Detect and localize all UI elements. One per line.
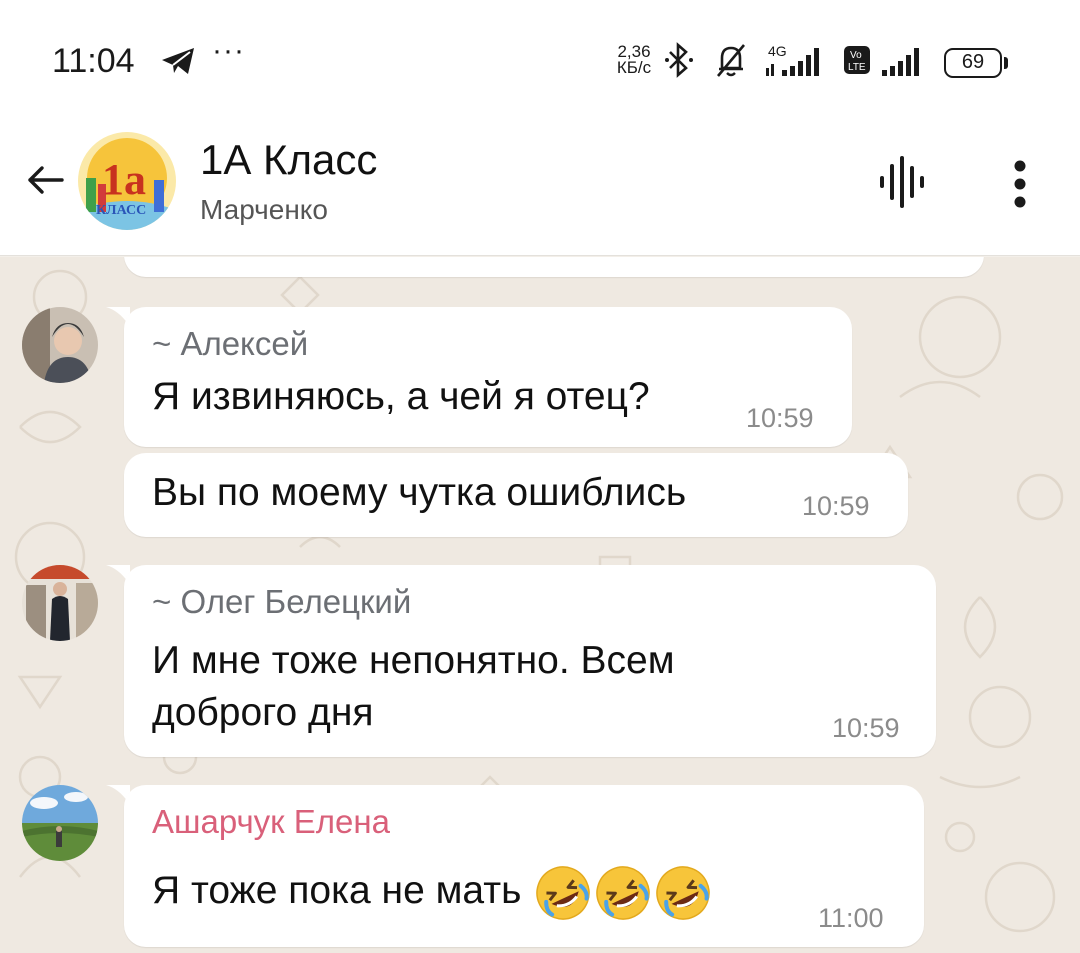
message-time: 10:59: [746, 403, 814, 433]
chat-subtitle[interactable]: Марченко: [200, 194, 328, 226]
more-options-icon[interactable]: [1000, 154, 1040, 214]
rolling-laughing-emoji: [536, 865, 591, 920]
battery-level: 69: [961, 51, 985, 73]
network-speed: 2,36 КБ/с: [612, 43, 656, 77]
user-avatar-aleksey[interactable]: [22, 307, 98, 383]
message-text: Я извиняюсь, а чей я отец?: [152, 375, 650, 418]
message-bubble[interactable]: Ашарчук Елена Я тоже пока не мать 11:00: [124, 785, 924, 947]
message-text-row: Я тоже пока не мать: [152, 861, 712, 922]
back-arrow-icon[interactable]: [22, 156, 70, 204]
muted-bell-icon: [717, 44, 745, 77]
chat-header: 1a КЛАСС 1А Класс Марченко: [0, 110, 1080, 256]
message-text: Я тоже пока не мать: [152, 869, 522, 912]
group-avatar[interactable]: 1a КЛАСС: [78, 132, 176, 230]
svg-text:LTE: LTE: [848, 62, 866, 73]
user-photo-aleksey: [22, 307, 98, 383]
message-time: 10:59: [802, 491, 870, 521]
speed-unit: КБ/с: [616, 58, 652, 77]
message-sender[interactable]: ~ Олег Белецкий: [152, 583, 411, 621]
status-bar: 11:04 ··· 2,36 КБ/с 4G Vo LTE 69: [0, 0, 1080, 110]
message-time: 11:00: [818, 903, 884, 933]
message-list[interactable]: ~ Алексей Я извиняюсь, а чей я отец? 10:…: [0, 257, 1080, 953]
telegram-icon: [162, 48, 194, 74]
user-avatar-elena[interactable]: [22, 785, 98, 861]
message-bubble[interactable]: ~ Олег Белецкий И мне тоже непонятно. Вс…: [124, 565, 936, 757]
user-photo-elena: [22, 785, 98, 861]
bluetooth-icon: [665, 42, 693, 78]
svg-text:4G: 4G: [768, 43, 787, 59]
voice-chat-icon[interactable]: [872, 152, 934, 212]
message-sender[interactable]: Ашарчук Елена: [152, 803, 390, 841]
status-time: 11:04: [52, 42, 135, 80]
message-text: Вы по моему чутка ошиблись: [152, 471, 687, 514]
chat-title[interactable]: 1А Класс: [200, 136, 377, 184]
svg-text:КЛАСС: КЛАСС: [96, 203, 146, 218]
battery-icon: 69: [944, 48, 1010, 78]
svg-text:1a: 1a: [102, 155, 146, 204]
rolling-laughing-emoji: [656, 865, 711, 920]
volte-signal-icon: Vo LTE: [844, 46, 919, 76]
message-text-line-1: И мне тоже непонятно. Всем: [152, 639, 675, 682]
message-time: 10:59: [832, 713, 900, 743]
message-sender[interactable]: ~ Алексей: [152, 325, 308, 363]
signal-4g-icon: 4G: [766, 43, 819, 76]
svg-text:Vo: Vo: [850, 50, 862, 61]
message-bubble[interactable]: Вы по моему чутка ошиблись 10:59: [124, 453, 908, 537]
user-photo-oleg: [22, 565, 98, 641]
message-text-line-2: доброго дня: [152, 691, 374, 734]
group-avatar-image: 1a КЛАСС: [78, 132, 176, 230]
user-avatar-oleg[interactable]: [22, 565, 98, 641]
previous-message-bubble: [124, 257, 984, 277]
notifications-more-icon: ···: [212, 34, 245, 67]
message-bubble[interactable]: ~ Алексей Я извиняюсь, а чей я отец? 10:…: [124, 307, 852, 447]
rolling-laughing-emoji: [596, 865, 651, 920]
